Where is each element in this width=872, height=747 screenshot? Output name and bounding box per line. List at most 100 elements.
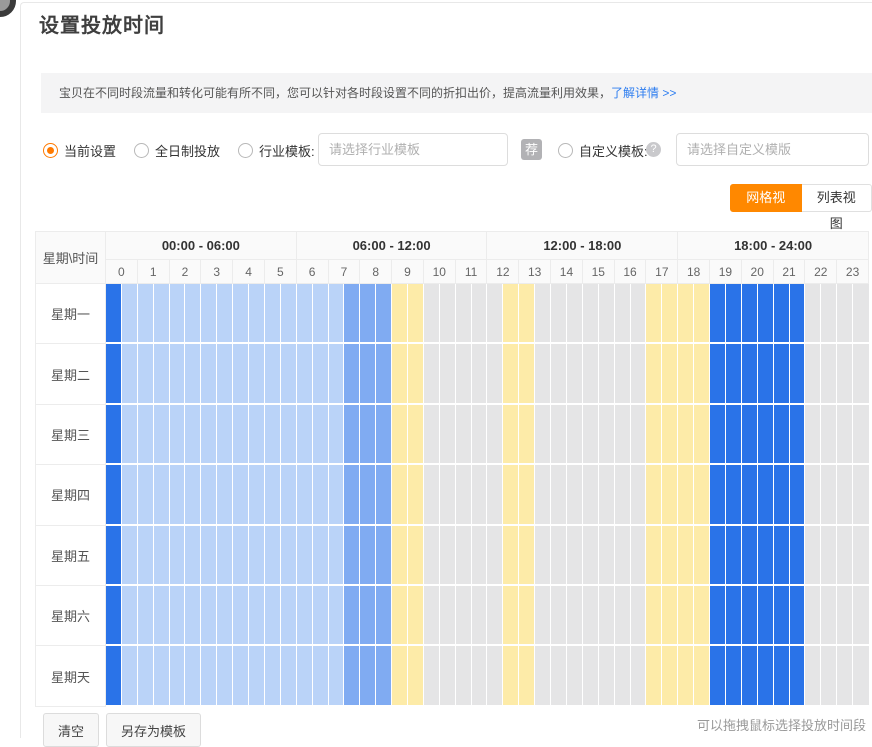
time-cell[interactable] xyxy=(774,586,790,646)
time-cell[interactable] xyxy=(678,586,694,646)
time-cell[interactable] xyxy=(519,646,535,706)
time-cell[interactable] xyxy=(646,465,662,525)
time-cell[interactable] xyxy=(456,526,472,586)
time-cell[interactable] xyxy=(726,405,742,465)
time-cell[interactable] xyxy=(790,284,806,344)
time-cell[interactable] xyxy=(805,526,821,586)
clear-button[interactable]: 清空 xyxy=(43,713,99,747)
time-cell[interactable] xyxy=(694,465,710,525)
time-cell[interactable] xyxy=(631,646,647,706)
time-cell[interactable] xyxy=(694,405,710,465)
time-cell[interactable] xyxy=(583,586,599,646)
time-cell[interactable] xyxy=(853,344,869,404)
time-cell[interactable] xyxy=(853,586,869,646)
time-cell[interactable] xyxy=(329,344,345,404)
time-cell[interactable] xyxy=(503,284,519,344)
time-cell[interactable] xyxy=(424,405,440,465)
time-cell[interactable] xyxy=(424,344,440,404)
time-cell[interactable] xyxy=(583,344,599,404)
time-cell[interactable] xyxy=(567,344,583,404)
time-cell[interactable] xyxy=(440,465,456,525)
time-cell[interactable] xyxy=(456,284,472,344)
time-cell[interactable] xyxy=(138,646,154,706)
time-cell[interactable] xyxy=(106,646,122,706)
time-cell[interactable] xyxy=(646,284,662,344)
time-cell[interactable] xyxy=(408,284,424,344)
save-as-template-button[interactable]: 另存为模板 xyxy=(106,713,201,747)
radio-current-setting[interactable]: 当前设置 xyxy=(43,133,116,167)
time-cell[interactable] xyxy=(726,465,742,525)
time-cell[interactable] xyxy=(170,465,186,525)
time-cell[interactable] xyxy=(217,465,233,525)
time-cell[interactable] xyxy=(297,526,313,586)
time-cell[interactable] xyxy=(503,344,519,404)
time-cell[interactable] xyxy=(519,586,535,646)
time-cell[interactable] xyxy=(774,344,790,404)
time-cell[interactable] xyxy=(758,465,774,525)
time-cell[interactable] xyxy=(583,526,599,586)
time-cell[interactable] xyxy=(185,646,201,706)
time-cell[interactable] xyxy=(615,526,631,586)
time-cell[interactable] xyxy=(456,405,472,465)
time-cell[interactable] xyxy=(249,405,265,465)
time-cell[interactable] xyxy=(837,526,853,586)
time-cell[interactable] xyxy=(249,526,265,586)
time-cell[interactable] xyxy=(631,526,647,586)
time-cell[interactable] xyxy=(201,646,217,706)
time-cell[interactable] xyxy=(821,646,837,706)
time-cell[interactable] xyxy=(678,344,694,404)
time-cell[interactable] xyxy=(297,284,313,344)
time-cell[interactable] xyxy=(758,646,774,706)
time-cell[interactable] xyxy=(583,405,599,465)
time-cell[interactable] xyxy=(408,526,424,586)
time-cell[interactable] xyxy=(821,526,837,586)
time-cell[interactable] xyxy=(360,465,376,525)
time-cell[interactable] xyxy=(790,526,806,586)
time-cell[interactable] xyxy=(313,586,329,646)
time-cell[interactable] xyxy=(360,646,376,706)
time-cell[interactable] xyxy=(519,405,535,465)
time-cell[interactable] xyxy=(694,284,710,344)
time-cell[interactable] xyxy=(742,646,758,706)
time-cell[interactable] xyxy=(265,344,281,404)
time-cell[interactable] xyxy=(758,526,774,586)
time-cell[interactable] xyxy=(249,344,265,404)
time-cell[interactable] xyxy=(138,465,154,525)
time-cell[interactable] xyxy=(551,344,567,404)
time-cell[interactable] xyxy=(535,405,551,465)
time-cell[interactable] xyxy=(376,526,392,586)
time-cell[interactable] xyxy=(519,526,535,586)
time-cell[interactable] xyxy=(376,646,392,706)
time-cell[interactable] xyxy=(662,646,678,706)
time-cell[interactable] xyxy=(472,284,488,344)
time-cell[interactable] xyxy=(106,586,122,646)
time-cell[interactable] xyxy=(599,586,615,646)
time-cell[interactable] xyxy=(376,586,392,646)
time-cell[interactable] xyxy=(233,586,249,646)
time-cell[interactable] xyxy=(122,405,138,465)
time-cell[interactable] xyxy=(281,405,297,465)
time-cell[interactable] xyxy=(217,344,233,404)
time-cell[interactable] xyxy=(758,405,774,465)
time-cell[interactable] xyxy=(646,646,662,706)
time-cell[interactable] xyxy=(631,465,647,525)
list-view-button[interactable]: 列表视图 xyxy=(802,184,872,212)
time-cell[interactable] xyxy=(360,284,376,344)
time-cell[interactable] xyxy=(662,405,678,465)
time-cell[interactable] xyxy=(519,344,535,404)
time-cell[interactable] xyxy=(170,284,186,344)
time-cell[interactable] xyxy=(742,465,758,525)
time-cell[interactable] xyxy=(535,284,551,344)
time-cell[interactable] xyxy=(472,586,488,646)
time-cell[interactable] xyxy=(694,526,710,586)
time-cell[interactable] xyxy=(376,344,392,404)
time-cell[interactable] xyxy=(249,646,265,706)
time-cell[interactable] xyxy=(249,586,265,646)
time-cell[interactable] xyxy=(853,284,869,344)
time-cell[interactable] xyxy=(217,586,233,646)
time-cell[interactable] xyxy=(583,646,599,706)
time-cell[interactable] xyxy=(567,646,583,706)
time-cell[interactable] xyxy=(138,405,154,465)
time-cell[interactable] xyxy=(154,646,170,706)
time-cell[interactable] xyxy=(599,284,615,344)
